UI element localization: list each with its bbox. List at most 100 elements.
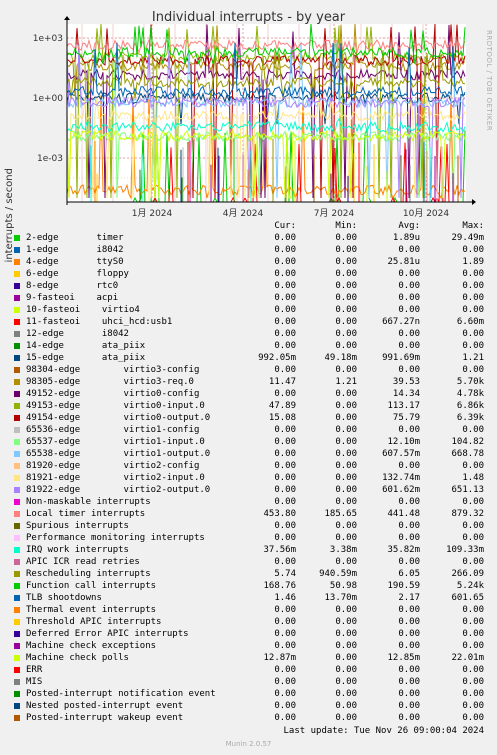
- legend-cur: 1.46: [274, 593, 296, 603]
- legend-series-name: 49152-edge virtio0-config: [26, 389, 200, 399]
- legend-min: 0.00: [335, 677, 357, 687]
- legend-cur: 11.47: [268, 377, 296, 387]
- legend-max: 6.86k: [456, 401, 484, 411]
- legend-cur: 0.00: [274, 629, 296, 639]
- legend-cur: 0.00: [274, 293, 296, 303]
- legend-min: 0.00: [335, 293, 357, 303]
- y-tick-label: 1e+03: [33, 34, 63, 44]
- legend-max: 0.00: [462, 305, 484, 315]
- legend-max: 0.00: [462, 365, 484, 375]
- legend-cur: 0.00: [274, 425, 296, 435]
- legend-avg: 0.00: [398, 293, 420, 303]
- legend-swatch: [14, 667, 20, 673]
- legend-rows: 2-edge timer 0.00 0.00 1.89u 29.49m 1-edge i8…: [0, 232, 497, 724]
- legend-row: 4-edge ttyS0 0.00 0.00 25.81u 1.89: [0, 256, 497, 268]
- legend-swatch: [14, 595, 20, 601]
- y-tick-label: 1e+00: [33, 94, 64, 104]
- munin-version: Munin 2.0.57: [225, 740, 272, 748]
- x-tick-label: 4月 2024: [223, 208, 264, 219]
- legend-cur: 0.00: [274, 521, 296, 531]
- legend-min: 50.98: [329, 581, 357, 591]
- legend-max: 0.00: [462, 281, 484, 291]
- legend-cur: 47.89: [268, 401, 296, 411]
- legend-series-name: 6-edge floppy: [26, 269, 129, 279]
- legend-cur: 0.00: [274, 689, 296, 699]
- legend-avg: 75.79: [392, 413, 420, 423]
- legend-swatch: [14, 367, 20, 373]
- legend-row: 14-edge ata_piix 0.00 0.00 0.00 0.00: [0, 340, 497, 352]
- legend-min: 0.00: [335, 605, 357, 615]
- legend-series-name: 65538-edge virtio1-output.0: [26, 449, 211, 459]
- legend-row: Performance monitoring interrupts 0.00 0.0…: [0, 532, 497, 544]
- legend-avg: 12.10m: [387, 437, 420, 447]
- legend-min: 0.00: [335, 401, 357, 411]
- legend-swatch: [14, 583, 20, 589]
- legend-series-name: Thermal event interrupts: [26, 605, 157, 615]
- legend-swatch: [14, 715, 20, 721]
- legend-max: 104.82: [451, 437, 484, 447]
- legend-min: 0.00: [335, 449, 357, 459]
- legend-max: 0.00: [462, 605, 484, 615]
- legend-min: 0.00: [335, 437, 357, 447]
- legend-avg: 39.53: [392, 377, 420, 387]
- x-tick-label: 7月 2024: [314, 208, 355, 219]
- legend-avg: 0.00: [398, 689, 420, 699]
- legend-swatch: [14, 547, 20, 553]
- legend-max: 0.00: [462, 677, 484, 687]
- legend-min: 3.38m: [329, 545, 357, 555]
- legend-avg: 0.00: [398, 281, 420, 291]
- legend-avg: 0.00: [398, 269, 420, 279]
- legend-cur: 0.00: [274, 233, 296, 243]
- x-axis-arrow: [472, 199, 476, 205]
- legend-max: 0.00: [462, 713, 484, 723]
- legend-swatch: [14, 415, 20, 421]
- legend-row: 11-fasteoi uhci_hcd:usb1 0.00 0.00 667.27n 6…: [0, 316, 497, 328]
- legend-row: Deferred Error APIC interrupts 0.00 0.00 0.…: [0, 628, 497, 640]
- legend-row: 98304-edge virtio3-config 0.00 0.00 0.00 0.0…: [0, 364, 497, 376]
- legend-series-name: Posted-interrupt wakeup event: [26, 713, 184, 723]
- legend-series-name: 98305-edge virtio3-req.0: [26, 377, 194, 387]
- legend-series-name: Spurious interrupts: [26, 521, 129, 531]
- legend-avg: 132.74m: [382, 473, 420, 483]
- legend-avg: 25.81u: [387, 257, 420, 267]
- legend-swatch: [14, 679, 20, 685]
- legend-avg: 0.00: [398, 305, 420, 315]
- legend-cur: 0.00: [274, 269, 296, 279]
- legend-row: 49153-edge virtio0-input.0 47.89 0.00 113.1…: [0, 400, 497, 412]
- legend-row: 15-edge ata_piix 992.05m 49.18m 991.69m 1.21: [0, 352, 497, 364]
- legend-min: 0.00: [335, 521, 357, 531]
- x-tick-label: 10月 2024: [403, 208, 449, 219]
- legend-row: Threshold APIC interrupts 0.00 0.00 0.00 0.0…: [0, 616, 497, 628]
- legend-avg: 607.57m: [382, 449, 420, 459]
- legend-series-name: Threshold APIC interrupts: [26, 617, 162, 627]
- legend-row: Rescheduling interrupts 5.74 940.59m 6.05 26…: [0, 568, 497, 580]
- legend-cur: 0.00: [274, 473, 296, 483]
- legend-swatch: [14, 607, 20, 613]
- legend-min: 0.00: [335, 305, 357, 315]
- legend-swatch: [14, 427, 20, 433]
- legend-max: 0.00: [462, 425, 484, 435]
- legend-series-name: ERR: [26, 665, 43, 675]
- legend-cur: 0.00: [274, 365, 296, 375]
- legend-row: ERR 0.00 0.00 0.00 0.00: [0, 664, 497, 676]
- legend-row: 8-edge rtc0 0.00 0.00 0.00 0.00: [0, 280, 497, 292]
- legend-min: 49.18m: [324, 353, 357, 363]
- legend-series-name: 8-edge rtc0: [26, 281, 119, 291]
- legend-swatch: [14, 703, 20, 709]
- legend-avg: 1.89u: [392, 233, 420, 243]
- legend-row: TLB shootdowns 1.46 13.70m 2.17 601.65: [0, 592, 497, 604]
- legend-avg: 0.00: [398, 497, 420, 507]
- legend-avg: 0.00: [398, 533, 420, 543]
- legend-min: 0.00: [335, 257, 357, 267]
- legend-cur: 0.00: [274, 389, 296, 399]
- chart-plot: 1e+03 1e+00 1e-03 1月 2024 4月 2024 7月 2024 10月 …: [33, 16, 476, 219]
- legend-max: 0.00: [462, 341, 484, 351]
- legend-row: 65538-edge virtio1-output.0 0.00 0.00 607.5…: [0, 448, 497, 460]
- legend-avg: 35.82m: [387, 545, 420, 555]
- legend-swatch: [14, 691, 20, 697]
- legend-cur: 0.00: [274, 701, 296, 711]
- legend-max: 0.00: [462, 329, 484, 339]
- legend-series-name: Deferred Error APIC interrupts: [26, 629, 189, 639]
- legend-min: 13.70m: [324, 593, 357, 603]
- legend-avg: 0.00: [398, 341, 420, 351]
